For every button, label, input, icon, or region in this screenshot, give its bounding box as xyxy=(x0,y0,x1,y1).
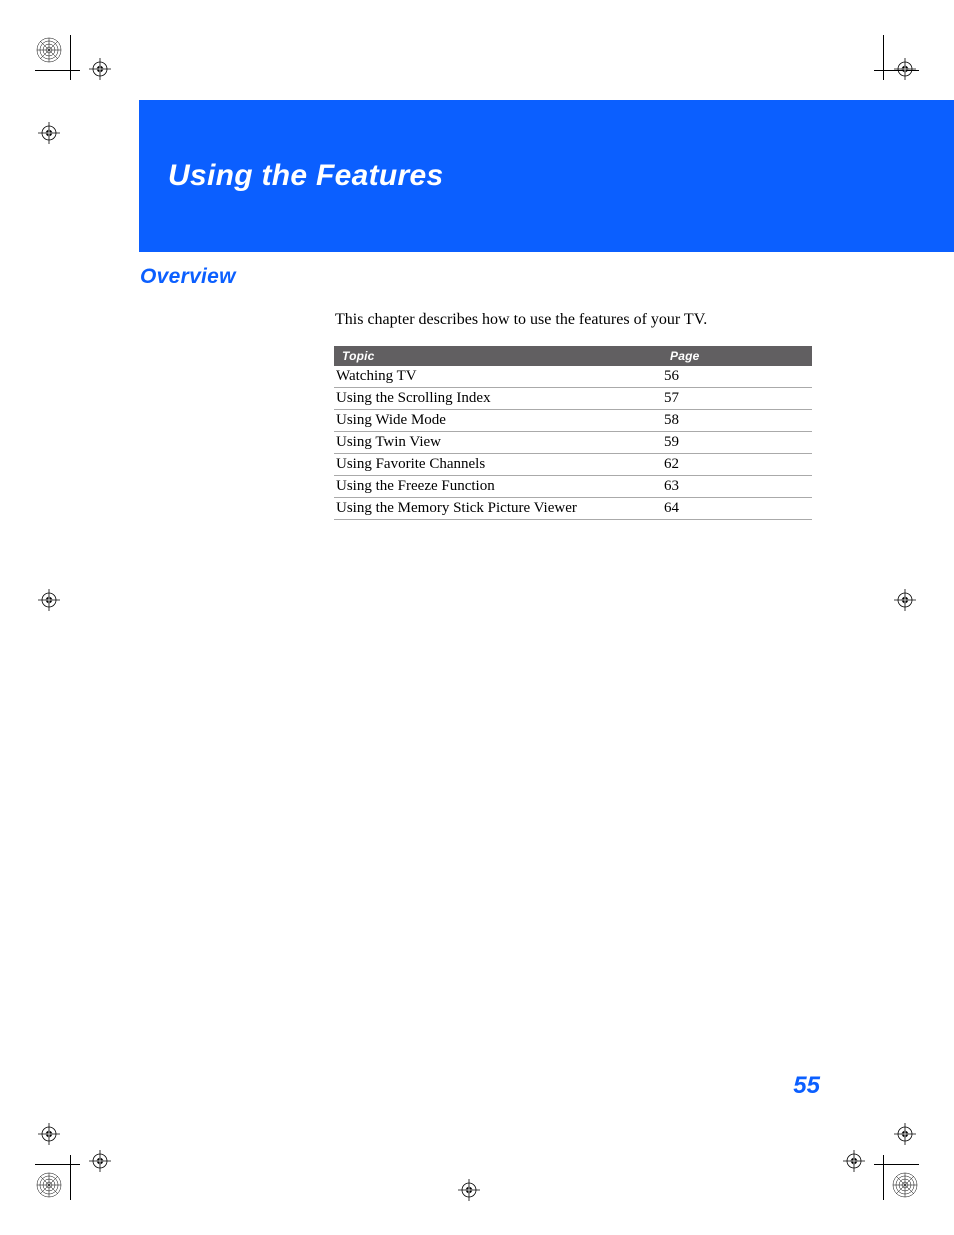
table-row: Using Favorite Channels62 xyxy=(334,454,812,476)
page-number: 55 xyxy=(793,1072,820,1100)
page-cell: 59 xyxy=(662,432,812,454)
registration-mark-icon xyxy=(38,122,60,144)
registration-mark-icon xyxy=(89,58,111,80)
registration-mark-icon xyxy=(89,1150,111,1172)
page-cell: 57 xyxy=(662,388,812,410)
page-cell: 58 xyxy=(662,410,812,432)
topic-cell: Using Twin View xyxy=(334,432,662,454)
table-row: Using Twin View59 xyxy=(334,432,812,454)
crop-mark xyxy=(35,1164,80,1165)
table-row: Watching TV56 xyxy=(334,366,812,388)
crop-mark xyxy=(874,1164,919,1165)
topic-cell: Using the Freeze Function xyxy=(334,476,662,498)
crop-mark xyxy=(883,1155,884,1200)
registration-mark-icon xyxy=(458,1179,480,1201)
topics-table: Topic Page Watching TV56Using the Scroll… xyxy=(334,346,812,520)
topic-cell: Using Wide Mode xyxy=(334,410,662,432)
topic-cell: Using Favorite Channels xyxy=(334,454,662,476)
overview-section: Overview This chapter describes how to u… xyxy=(140,265,820,520)
crop-mark xyxy=(70,1155,71,1200)
registration-mark-icon xyxy=(894,58,916,80)
topic-cell: Using the Scrolling Index xyxy=(334,388,662,410)
registration-mark-icon xyxy=(843,1150,865,1172)
topic-cell: Watching TV xyxy=(334,366,662,388)
registration-mark-icon xyxy=(38,589,60,611)
topic-cell: Using the Memory Stick Picture Viewer xyxy=(334,498,662,520)
crop-mark xyxy=(35,70,80,71)
page-cell: 56 xyxy=(662,366,812,388)
rosette-icon xyxy=(892,1172,918,1198)
registration-mark-icon xyxy=(38,1123,60,1145)
table-row: Using the Freeze Function63 xyxy=(334,476,812,498)
table-row: Using the Memory Stick Picture Viewer64 xyxy=(334,498,812,520)
crop-mark xyxy=(70,35,71,80)
table-row: Using Wide Mode58 xyxy=(334,410,812,432)
section-heading: Overview xyxy=(140,265,820,289)
rosette-icon xyxy=(36,1172,62,1198)
page-cell: 64 xyxy=(662,498,812,520)
rosette-icon xyxy=(36,37,62,63)
table-header-topic: Topic xyxy=(334,346,662,366)
page-cell: 62 xyxy=(662,454,812,476)
table-header-page: Page xyxy=(662,346,812,366)
page-container: Using the Features Overview This chapter… xyxy=(0,0,954,1235)
registration-mark-icon xyxy=(894,1123,916,1145)
intro-text: This chapter describes how to use the fe… xyxy=(335,311,820,329)
page-cell: 63 xyxy=(662,476,812,498)
crop-mark xyxy=(883,35,884,80)
chapter-title: Using the Features xyxy=(168,159,443,193)
registration-mark-icon xyxy=(894,589,916,611)
chapter-banner: Using the Features xyxy=(139,100,954,252)
table-row: Using the Scrolling Index57 xyxy=(334,388,812,410)
